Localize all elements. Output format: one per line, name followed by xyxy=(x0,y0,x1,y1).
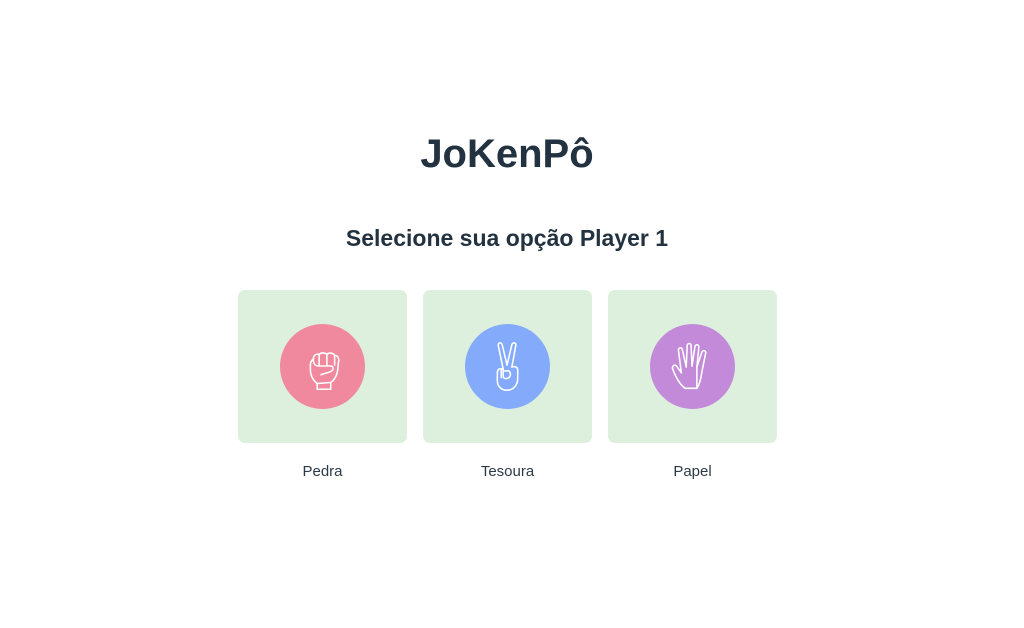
option-card-papel[interactable] xyxy=(608,290,777,443)
options-list: Pedra Tesoura Papel xyxy=(238,290,777,482)
option-label-papel: Papel xyxy=(673,463,712,480)
option-pedra[interactable]: Pedra xyxy=(238,290,407,482)
option-card-pedra[interactable] xyxy=(238,290,407,443)
option-label-pedra: Pedra xyxy=(302,463,343,480)
player-prompt: Selecione sua opção Player 1 xyxy=(345,225,669,251)
game-page: JoKenPô Selecione sua opção Player 1 Ped… xyxy=(0,0,1024,628)
option-card-tesoura[interactable] xyxy=(423,290,592,443)
peace-hand-icon xyxy=(465,324,550,409)
option-tesoura[interactable]: Tesoura xyxy=(423,290,592,482)
option-papel[interactable]: Papel xyxy=(608,290,777,482)
fist-icon xyxy=(280,324,365,409)
page-title: JoKenPô xyxy=(420,132,594,176)
option-label-tesoura: Tesoura xyxy=(480,463,535,480)
open-hand-icon xyxy=(650,324,735,409)
